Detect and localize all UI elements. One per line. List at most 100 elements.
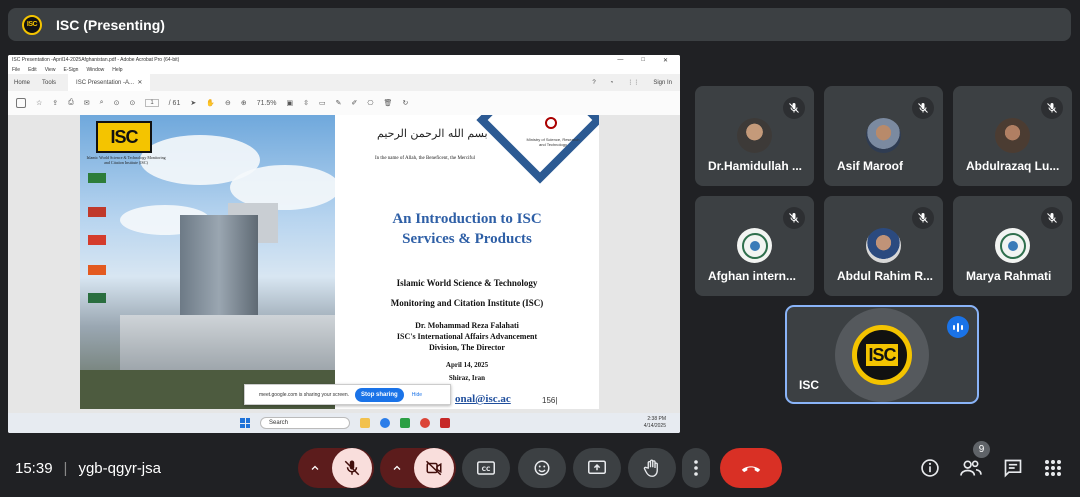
more-options-button[interactable] (682, 448, 710, 488)
participant-name: Abdulrazaq Lu... (966, 159, 1060, 173)
hand-icon (643, 459, 658, 477)
hide-link: Hide (411, 391, 423, 398)
participant-name: Asif Maroof (837, 159, 903, 173)
slide-page-mark: 156| (542, 396, 558, 405)
tab-document: ISC Presentation -A... ✕ (68, 74, 151, 91)
presenter-bar: ISC ISC (Presenting) (8, 8, 1071, 41)
save-icon (16, 98, 26, 108)
participant-name: Abdul Rahim R... (837, 269, 933, 283)
participant-avatar (737, 228, 772, 263)
edge-icon (380, 418, 390, 428)
acrobat-toolbar: ☆ ⇪ ⎙ ✉ ⌕ ⊙ ⊙ 1 / 61 ➤ ✋ ⊖ ⊕ 71.5% ▣ ⇳ ▭… (8, 91, 680, 116)
mic-options-button[interactable] (298, 462, 332, 474)
presenter-avatar: ISC (22, 14, 42, 35)
cc-icon: CC (477, 461, 495, 475)
participant-tile[interactable]: Abdul Rahim R... (824, 196, 943, 296)
window-title: ISC Presentation -April14-2025Afghanista… (12, 57, 180, 63)
chat-icon (1004, 459, 1022, 478)
participant-tile[interactable]: Marya Rahmati (953, 196, 1072, 296)
print-icon: ⎙ (68, 99, 74, 106)
delete-icon: 🗑 (383, 100, 393, 107)
participant-name: Dr.Hamidullah ... (708, 159, 803, 173)
bell-icon: ◔ (609, 79, 614, 86)
svg-text:CC: CC (482, 466, 491, 473)
slide-author: Dr. Mohammad Reza Falahati ISC's Interna… (396, 321, 538, 352)
leave-call-button[interactable] (720, 448, 782, 488)
acrobat-menu-bar: File Edit View E-Sign Window Help (8, 65, 680, 74)
slide-arabic: بسم الله الرحمن الرحيم (377, 127, 488, 140)
emoji-icon (534, 460, 550, 476)
active-speaker-tile[interactable]: ISC ISC (785, 305, 979, 404)
mic-toggle-button[interactable] (332, 448, 372, 488)
meeting-separator: | (63, 460, 68, 477)
windows-taskbar: Search 2:38 PM 4/14/2025 (8, 413, 680, 433)
email-icon: ✉ (83, 100, 90, 107)
zoom-in-icon: ⊕ (240, 100, 247, 107)
stop-sharing-button: Stop sharing (355, 387, 404, 402)
participant-tile[interactable]: Dr.Hamidullah ... (695, 86, 814, 186)
people-icon (960, 460, 982, 476)
stamp-icon: ⎔ (367, 100, 374, 107)
camera-options-button[interactable] (380, 462, 414, 474)
slide-photo: ISC Islamic World Science & Technology M… (80, 115, 335, 409)
participant-name: Afghan intern... (708, 269, 796, 283)
menu-window: Window (86, 66, 105, 73)
info-icon (921, 459, 939, 477)
page-total: / 61 (168, 99, 181, 107)
reactions-button[interactable] (518, 448, 566, 488)
scroll-mode-icon: ⇳ (303, 100, 310, 107)
slide-institute: Islamic World Science & Technology Monit… (390, 278, 544, 308)
mic-off-icon (1041, 207, 1063, 229)
camera-control (380, 448, 456, 488)
meeting-code: ygb-qgyr-jsa (78, 460, 161, 477)
participant-count-badge: 9 (973, 441, 990, 458)
next-page-icon: ⊙ (129, 100, 136, 107)
captions-button[interactable]: CC (462, 448, 510, 488)
select-tool-icon: ➤ (190, 100, 197, 107)
isc-logo: ISC (96, 121, 152, 153)
page-number-field: 1 (145, 99, 159, 107)
acrobat-title-bar: ISC Presentation -April14-2025Afghanista… (8, 55, 680, 65)
shared-screen: ISC Presentation -April14-2025Afghanista… (8, 55, 680, 433)
meeting-info: 15:39 | ygb-qgyr-jsa (15, 460, 161, 477)
iran-emblem-icon (545, 117, 557, 129)
activities-button[interactable] (1041, 456, 1065, 480)
meeting-details-button[interactable] (918, 456, 942, 480)
tab-home: Home (14, 79, 31, 86)
draw-icon: ✐ (351, 100, 358, 107)
apps-grid-icon: ⋮⋮ (627, 80, 640, 86)
share-notice-text: meet.google.com is sharing your screen. (259, 391, 350, 398)
rotate-icon: ↻ (402, 100, 409, 107)
meeting-time: 15:39 (15, 460, 53, 477)
mic-off-icon (912, 97, 934, 119)
menu-help: Help (112, 66, 123, 73)
raise-hand-button[interactable] (628, 448, 676, 488)
participant-avatar (866, 118, 901, 153)
chrome-icon (420, 418, 430, 428)
menu-file: File (12, 66, 21, 73)
ministry-caption: Ministry of Science, Research and Techno… (526, 137, 580, 147)
participant-avatar (737, 118, 772, 153)
chat-button[interactable] (1001, 456, 1025, 480)
more-vert-icon (694, 460, 698, 476)
sign-in-link: Sign In (653, 79, 672, 86)
present-button[interactable] (573, 448, 621, 488)
star-icon: ☆ (36, 100, 43, 107)
speaking-indicator-icon (947, 316, 969, 338)
people-button[interactable] (959, 456, 983, 480)
present-icon (588, 460, 606, 474)
hand-tool-icon: ✋ (206, 100, 215, 107)
apps-icon (1045, 460, 1061, 476)
participant-tile[interactable]: Abdulrazaq Lu... (953, 86, 1072, 186)
participant-avatar (995, 118, 1030, 153)
slide-date: April 14, 2025 (445, 361, 489, 369)
fit-page-icon: ▣ (286, 100, 294, 107)
presenter-title: ISC (Presenting) (56, 16, 165, 33)
comment-icon: ▭ (319, 100, 326, 107)
participant-tile[interactable]: Asif Maroof (824, 86, 943, 186)
participant-tile[interactable]: Afghan intern... (695, 196, 814, 296)
document-canvas: ISC Islamic World Science & Technology M… (8, 115, 680, 417)
camera-toggle-button[interactable] (414, 448, 454, 488)
windows-start-icon (240, 418, 250, 428)
help-icon: ? (592, 79, 596, 86)
